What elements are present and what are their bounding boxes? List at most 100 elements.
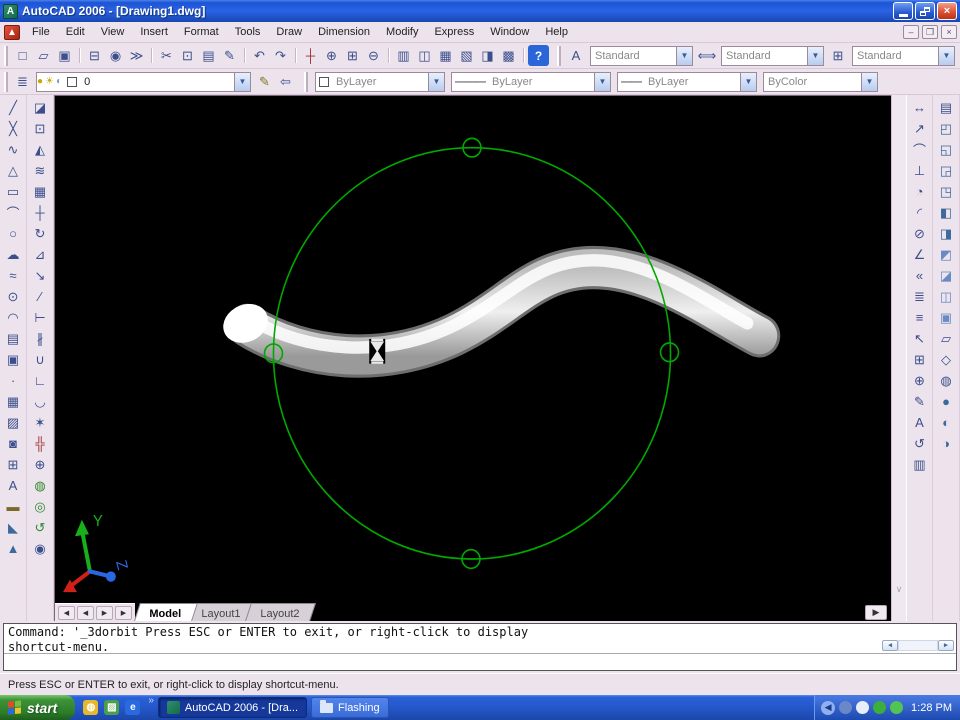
zoom-button[interactable]: ⊕ xyxy=(29,454,51,475)
bottom-view-button[interactable]: ◱ xyxy=(935,139,957,160)
polyline-button[interactable]: ∿ xyxy=(2,139,24,160)
left-view-button[interactable]: ◲ xyxy=(935,160,957,181)
command-history[interactable]: Command: '_3dorbit Press ESC or ENTER to… xyxy=(4,624,956,654)
properties-button[interactable]: ▥ xyxy=(388,45,414,66)
menu-window[interactable]: Window xyxy=(482,24,537,40)
prev-tab-button[interactable]: ◀ xyxy=(77,605,94,620)
toolbar-grip[interactable] xyxy=(4,71,8,92)
fillet-button[interactable]: ◡ xyxy=(29,391,51,412)
erase-button[interactable]: ◪ xyxy=(29,97,51,118)
dimension-style-button[interactable]: ▥ xyxy=(909,454,931,475)
table-style-icon[interactable]: ⊞ xyxy=(827,45,849,66)
named-views-button[interactable]: ▤ xyxy=(935,97,957,118)
tray-icon-network[interactable] xyxy=(839,701,853,714)
taskbar-task[interactable]: Flashing xyxy=(311,697,389,718)
continue-dimension-button[interactable]: ≡ xyxy=(909,307,931,328)
revision-cloud-button[interactable]: ☁ xyxy=(2,244,24,265)
child-restore-button[interactable]: ❐ xyxy=(922,25,938,39)
diameter-dimension-button[interactable]: ⊘ xyxy=(909,223,931,244)
layer-properties-manager-button[interactable]: ≣ xyxy=(12,71,33,92)
pictures-quicklaunch-icon[interactable]: ▨ xyxy=(104,700,120,715)
insert-block-button[interactable]: ▤ xyxy=(2,328,24,349)
child-close-button[interactable]: × xyxy=(941,25,957,39)
explode-button[interactable]: ✶ xyxy=(29,412,51,433)
make-block-button[interactable]: ▣ xyxy=(2,349,24,370)
text-style-icon[interactable]: A xyxy=(565,45,587,66)
lineweight-control-combo[interactable]: —— ByLayer ▼ xyxy=(617,71,757,92)
dimension-edit-button[interactable]: ✎ xyxy=(909,391,931,412)
arc-button[interactable]: ⌒ xyxy=(2,202,24,223)
layer-previous-button[interactable]: ⇦ xyxy=(275,71,296,92)
plotstyle-control-combo[interactable]: ByColor ▼ xyxy=(763,71,878,92)
radius-dimension-button[interactable]: ◔ xyxy=(909,181,931,202)
dimension-update-button[interactable]: ↺ xyxy=(909,433,931,454)
scroll-right-button[interactable]: ▶ xyxy=(938,640,954,651)
zoom-window-button[interactable]: ⊞ xyxy=(342,45,363,66)
chevron-down-icon[interactable]: ▼ xyxy=(938,46,954,65)
chevron-down-icon[interactable]: ▼ xyxy=(594,72,610,91)
solids-box-button[interactable]: ▬ xyxy=(2,496,24,517)
match-properties-button[interactable]: ✎ xyxy=(219,45,240,66)
publish-button[interactable]: ≫ xyxy=(126,45,147,66)
polygon-button[interactable]: △ xyxy=(2,160,24,181)
chevron-down-icon[interactable]: ▼ xyxy=(428,72,444,91)
internet-explorer-quicklaunch-icon[interactable]: e xyxy=(125,700,141,715)
camera-button[interactable]: ◉ xyxy=(29,538,51,559)
shaded-button[interactable]: ◑ xyxy=(935,433,957,454)
zoom-realtime-button[interactable]: ⊕ xyxy=(321,45,342,66)
3d-wireframe-button[interactable]: ◇ xyxy=(935,349,957,370)
linear-dimension-button[interactable]: ↔ xyxy=(909,97,931,118)
quick-leader-button[interactable]: ↖ xyxy=(909,328,931,349)
hidden-visual-style-button[interactable]: ◍ xyxy=(935,370,957,391)
help-button[interactable]: ? xyxy=(523,45,549,66)
construction-line-button[interactable]: ╳ xyxy=(2,118,24,139)
back-view-button[interactable]: ◨ xyxy=(935,223,957,244)
move-button[interactable]: ┼ xyxy=(29,202,51,223)
tab-scroll-right-button[interactable]: ▶ xyxy=(865,604,887,620)
chamfer-button[interactable]: ∟ xyxy=(29,370,51,391)
tray-icon-messenger[interactable] xyxy=(890,701,904,714)
tool-palettes-button[interactable]: ▦ xyxy=(435,45,456,66)
arc-length-dimension-button[interactable]: ⌒ xyxy=(909,139,931,160)
toolbar-grip[interactable] xyxy=(4,45,8,66)
redo-button[interactable]: ↷ xyxy=(270,45,291,66)
rectangle-button[interactable]: ▭ xyxy=(2,181,24,202)
chevron-down-icon[interactable]: ▼ xyxy=(861,72,877,91)
toolbar-grip[interactable] xyxy=(557,45,561,66)
quick-dimension-button[interactable]: « xyxy=(909,265,931,286)
offset-button[interactable]: ≋ xyxy=(29,160,51,181)
realistic-visual-style-button[interactable]: ● xyxy=(935,391,957,412)
menu-express[interactable]: Express xyxy=(426,24,482,40)
first-tab-button[interactable]: ◀ xyxy=(58,605,75,620)
browser-quicklaunch-icon[interactable]: ◍ xyxy=(83,700,99,715)
menu-edit[interactable]: Edit xyxy=(58,24,93,40)
2d-wireframe-button[interactable]: ▱ xyxy=(935,328,957,349)
gradient-button[interactable]: ▨ xyxy=(2,412,24,433)
taskbar-task[interactable]: AutoCAD 2006 - [Dra... xyxy=(157,697,308,718)
trim-button[interactable]: ∕ xyxy=(29,286,51,307)
color-control-combo[interactable]: ByLayer ▼ xyxy=(315,71,445,92)
right-view-button[interactable]: ◳ xyxy=(935,181,957,202)
tolerance-button[interactable]: ⊞ xyxy=(909,349,931,370)
extend-button[interactable]: ⊢ xyxy=(29,307,51,328)
sheet-set-manager-button[interactable]: ▧ xyxy=(456,45,477,66)
sw-isometric-view-button[interactable]: ◩ xyxy=(935,244,957,265)
rotate-button[interactable]: ↻ xyxy=(29,223,51,244)
close-button[interactable]: × xyxy=(937,2,957,20)
hide-tray-icons-button[interactable]: ◀ xyxy=(821,700,836,715)
scale-button[interactable]: ⊿ xyxy=(29,244,51,265)
restore-button[interactable] xyxy=(915,2,935,20)
table-style-combo[interactable]: Standard ▼ xyxy=(852,45,955,66)
menu-insert[interactable]: Insert xyxy=(132,24,176,40)
chevron-down-icon[interactable]: ▼ xyxy=(234,72,250,91)
array-button[interactable]: ▦ xyxy=(29,181,51,202)
dim-style-icon[interactable]: ⟺ xyxy=(696,45,718,66)
pan-realtime-button[interactable]: ┼ xyxy=(295,45,321,66)
cut-button[interactable]: ✂ xyxy=(151,45,177,66)
undo-button[interactable]: ↶ xyxy=(244,45,270,66)
menu-modify[interactable]: Modify xyxy=(378,24,426,40)
last-tab-button[interactable]: ▶ xyxy=(115,605,132,620)
save-button[interactable]: ▣ xyxy=(54,45,75,66)
menu-draw[interactable]: Draw xyxy=(268,24,310,40)
3d-orbit-button[interactable]: ◍ xyxy=(29,475,51,496)
